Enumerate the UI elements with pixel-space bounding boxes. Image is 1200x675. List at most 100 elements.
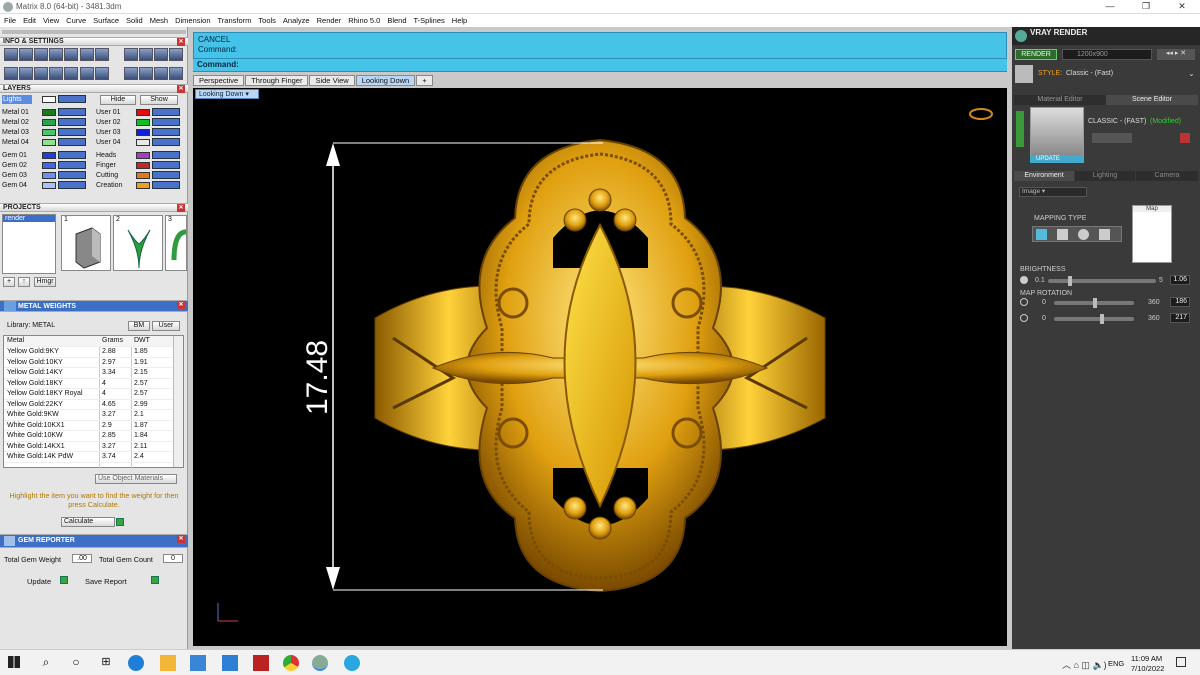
viewport[interactable]: 17.48: [193, 88, 1007, 646]
render-button[interactable]: RENDER: [1015, 49, 1057, 60]
layer-name[interactable]: User 04: [96, 138, 121, 147]
search-icon[interactable]: [19, 48, 33, 61]
layer-visibility-controls[interactable]: [58, 161, 86, 169]
widgets-icon[interactable]: ⊞: [98, 655, 114, 671]
layer-visibility-controls[interactable]: [58, 108, 86, 116]
layer-visibility-controls[interactable]: [58, 128, 86, 136]
layer-name[interactable]: User 02: [96, 118, 121, 127]
layer-color-swatch[interactable]: [42, 172, 56, 179]
close-icon[interactable]: ✕: [177, 204, 185, 212]
table-row[interactable]: White Gold:10KX1 2.9 1.87: [4, 421, 174, 431]
preset-tools[interactable]: [1092, 133, 1132, 143]
layer-name[interactable]: Gem 02: [2, 161, 27, 170]
layer-visibility-controls[interactable]: [152, 138, 180, 146]
layer-color-swatch[interactable]: [42, 182, 56, 189]
layer-color-swatch[interactable]: [136, 139, 150, 146]
mail-icon[interactable]: [222, 655, 238, 671]
project-thumb-2[interactable]: 2: [113, 215, 163, 271]
menu-blend[interactable]: Blend: [387, 16, 406, 25]
layer-name[interactable]: User 01: [96, 108, 121, 117]
show-button[interactable]: Show: [140, 95, 178, 105]
menu-surface[interactable]: Surface: [93, 16, 119, 25]
tool-icon[interactable]: [4, 67, 18, 80]
matrix-icon[interactable]: [312, 655, 328, 671]
tool-icon[interactable]: [169, 48, 183, 61]
brightness-value[interactable]: 1.06: [1170, 275, 1190, 285]
layer-name[interactable]: Creation: [96, 181, 122, 190]
table-scrollbar[interactable]: [173, 336, 183, 467]
layer-name[interactable]: Gem 03: [2, 171, 27, 180]
layer-name[interactable]: Gem 01: [2, 151, 27, 160]
tab-looking-down[interactable]: Looking Down: [355, 75, 416, 86]
table-row[interactable]: Yellow Gold:10KY 2.97 1.91: [4, 358, 174, 368]
layer-name[interactable]: Metal 01: [2, 108, 29, 117]
pen-icon[interactable]: [80, 48, 94, 61]
menu-transform[interactable]: Transform: [218, 16, 252, 25]
tool-icon[interactable]: [154, 48, 168, 61]
layer-color-swatch[interactable]: [136, 109, 150, 116]
table-row[interactable]: White Gold:9KW 3.27 2.1: [4, 410, 174, 421]
layer-visibility-controls[interactable]: [58, 171, 86, 179]
tool-icon[interactable]: [34, 67, 48, 80]
rotation-2-slider[interactable]: [1054, 314, 1134, 324]
close-icon[interactable]: ✕: [177, 535, 185, 543]
layer-visibility-controls[interactable]: [152, 108, 180, 116]
map-preview[interactable]: Map: [1132, 205, 1172, 263]
render-nav-buttons[interactable]: ◂◂ ▸ ✕: [1157, 49, 1195, 60]
menu-dimension[interactable]: Dimension: [175, 16, 210, 25]
delete-icon[interactable]: [1180, 133, 1190, 143]
table-row[interactable]: White Gold:10KW 2.85 1.84: [4, 431, 174, 442]
menu-view[interactable]: View: [43, 16, 59, 25]
layer-color-swatch[interactable]: [136, 172, 150, 179]
layer-visibility-controls[interactable]: [152, 118, 180, 126]
tool-icon[interactable]: [139, 67, 153, 80]
tool-icon[interactable]: [64, 67, 78, 80]
tool-icon[interactable]: [49, 67, 63, 80]
menu-help[interactable]: Help: [452, 16, 467, 25]
menu-curve[interactable]: Curve: [66, 16, 86, 25]
chevron-down-icon[interactable]: ⌄: [1188, 69, 1195, 78]
search-icon[interactable]: ⌕: [38, 655, 54, 671]
layer-visibility-controls[interactable]: [152, 161, 180, 169]
grid-icon[interactable]: [34, 48, 48, 61]
layer-visibility-controls[interactable]: [152, 151, 180, 159]
environment-type-select[interactable]: Image ▾: [1019, 187, 1087, 197]
clock-date[interactable]: 7/10/2022: [1131, 664, 1164, 673]
resolution-field[interactable]: 1200x900: [1062, 49, 1152, 60]
collapse-toggle[interactable]: [1016, 111, 1024, 147]
up-button[interactable]: ↑: [18, 277, 30, 287]
clock-time[interactable]: 11:09 AM: [1131, 654, 1162, 663]
tool-icon[interactable]: [95, 67, 109, 80]
layer-color-swatch[interactable]: [42, 119, 56, 126]
tool-icon[interactable]: [19, 67, 33, 80]
layer-name[interactable]: Metal 02: [2, 118, 29, 127]
tool-icon[interactable]: [124, 48, 138, 61]
layer-color-swatch[interactable]: [136, 182, 150, 189]
browser-icon[interactable]: [344, 655, 360, 671]
table-row[interactable]: Yellow Gold:22KY 4.65 2.99: [4, 400, 174, 410]
layer-name[interactable]: Metal 04: [2, 138, 29, 147]
viewport-label[interactable]: Looking Down ▾: [195, 89, 259, 99]
project-item[interactable]: render: [3, 215, 55, 222]
start-icon[interactable]: [8, 656, 20, 668]
update-button[interactable]: [60, 576, 68, 584]
table-row[interactable]: Yellow Gold:9KY 2.88 1.85: [4, 347, 174, 358]
close-icon[interactable]: ✕: [177, 301, 185, 309]
layer-name[interactable]: Metal 03: [2, 128, 29, 137]
close-icon[interactable]: ✕: [177, 38, 185, 46]
minimize-button[interactable]: —: [1092, 0, 1128, 14]
edge-icon[interactable]: [128, 655, 144, 671]
layer-color-swatch[interactable]: [136, 119, 150, 126]
user-button[interactable]: User: [152, 321, 180, 331]
tool-icon[interactable]: [139, 48, 153, 61]
mapping-cylinder-icon[interactable]: [1099, 229, 1110, 240]
style-value[interactable]: Classic - (Fast): [1066, 70, 1113, 77]
menu-edit[interactable]: Edit: [23, 16, 36, 25]
cube-icon[interactable]: [95, 48, 109, 61]
rotation-1-slider[interactable]: [1054, 298, 1134, 308]
calculate-field[interactable]: Calculate: [61, 517, 115, 527]
table-row[interactable]: Yellow Gold:14KY 3.34 2.15: [4, 368, 174, 379]
table-row[interactable]: Yellow Gold:18KY Royal 4 2.57: [4, 389, 174, 400]
settings-icon[interactable]: [4, 48, 18, 61]
layer-visibility-controls[interactable]: [58, 181, 86, 189]
